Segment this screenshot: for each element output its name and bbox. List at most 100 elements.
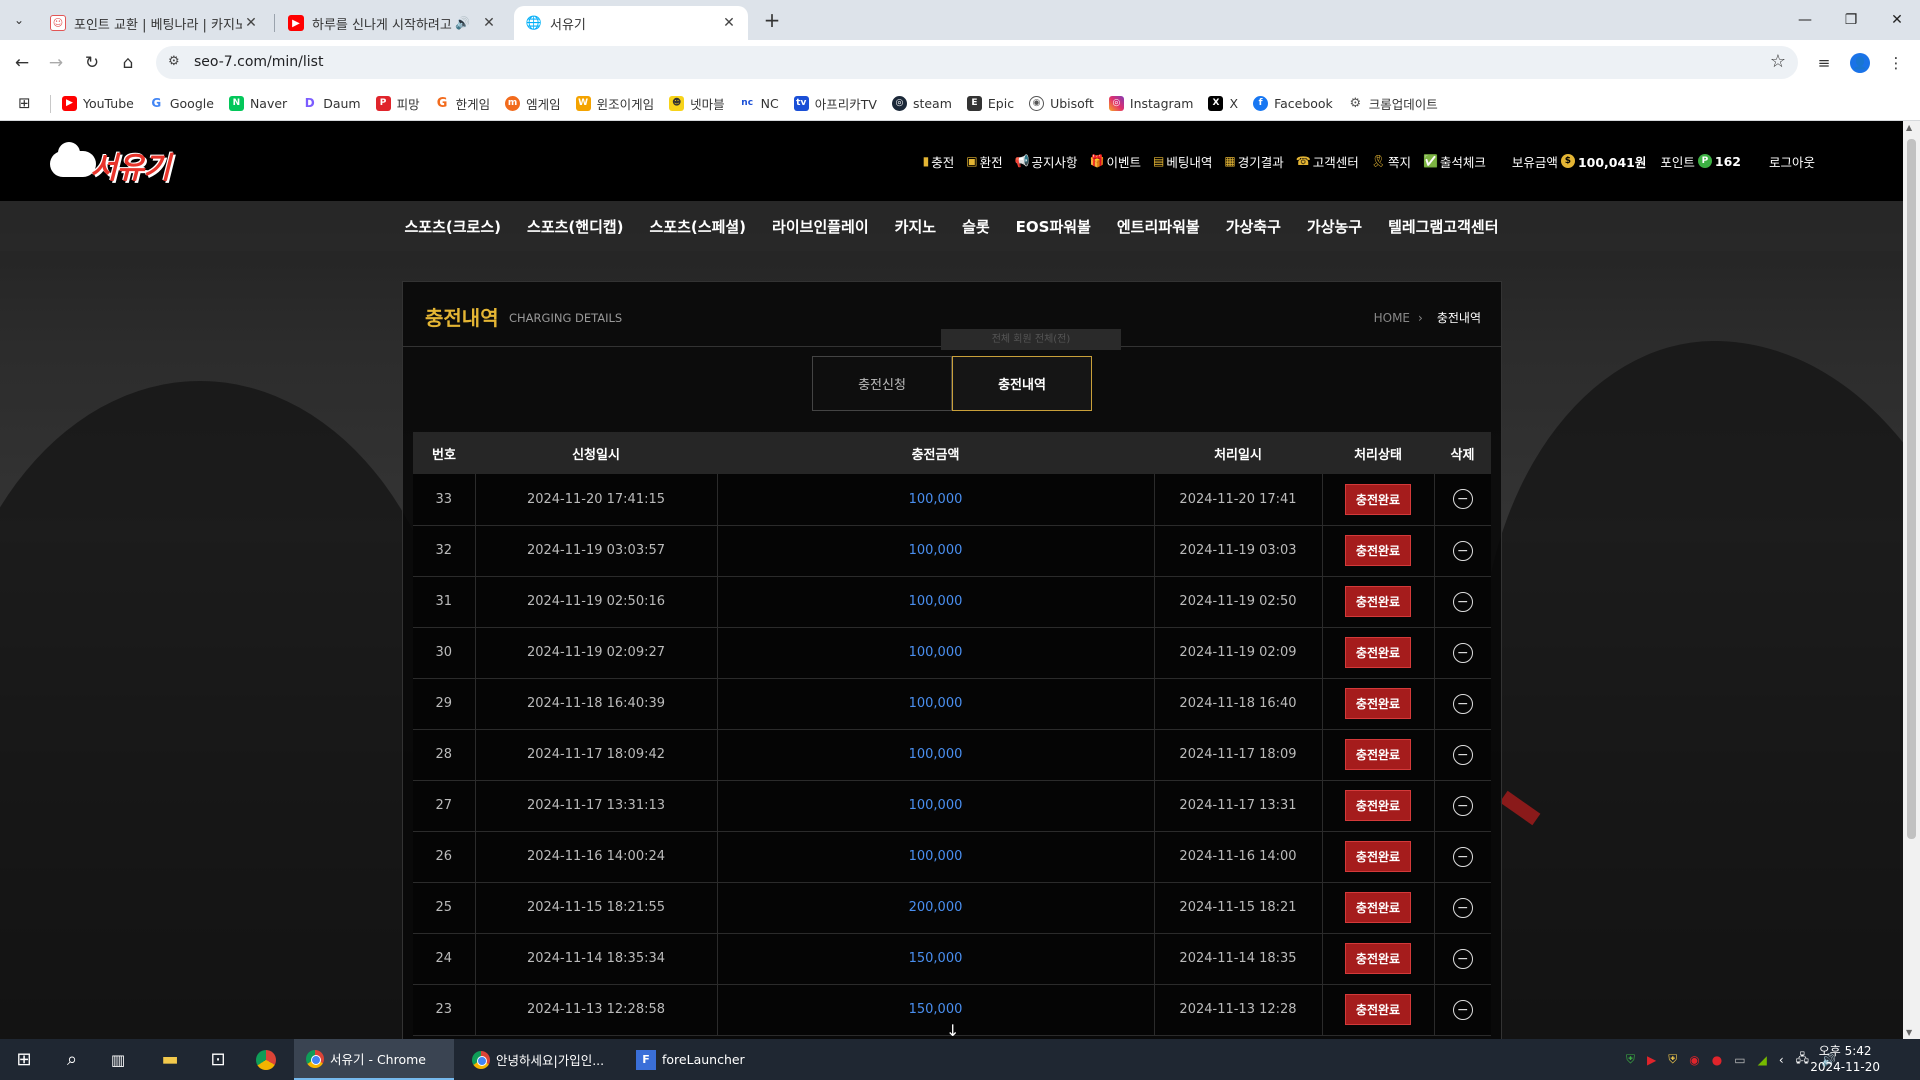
delete-minus-icon[interactable]: −: [1452, 540, 1473, 561]
delete-minus-icon[interactable]: −: [1452, 846, 1473, 867]
taskbar-clock[interactable]: 오후 5:42 2024-11-20: [1810, 1043, 1880, 1075]
network-icon[interactable]: 🖧: [1796, 1049, 1809, 1070]
site-logo[interactable]: 서유기: [50, 142, 190, 186]
mainnav-entry-powerball[interactable]: 엔트리파워볼: [1104, 216, 1213, 237]
topnav-attendance[interactable]: ✅ 출석체크: [1423, 152, 1486, 171]
mainnav-sports-special[interactable]: 스포츠(스페셜): [637, 216, 760, 237]
shield-icon[interactable]: ⛨: [1626, 1052, 1635, 1067]
browser-tab-3-active[interactable]: 🌐 서유기 ✕: [514, 6, 748, 40]
apps-grid-icon[interactable]: ⊞: [18, 94, 31, 112]
bookmark-netmarble[interactable]: ☻ 넷마블: [669, 94, 725, 113]
delete-minus-icon[interactable]: −: [1452, 795, 1473, 816]
forward-arrow-icon[interactable]: →: [42, 49, 70, 77]
mainnav-eos-powerball[interactable]: EOS파워볼: [1003, 216, 1104, 237]
page-scrollbar[interactable]: ▲ ▼: [1903, 121, 1920, 1039]
breadcrumb-home[interactable]: HOME: [1374, 311, 1410, 325]
mainnav-virtual-basketball[interactable]: 가상농구: [1294, 216, 1375, 237]
menu-kebab-icon[interactable]: ⋮: [1882, 49, 1910, 77]
delete-minus-icon[interactable]: −: [1452, 999, 1473, 1020]
delete-minus-icon[interactable]: −: [1452, 591, 1473, 612]
topnav-messages[interactable]: 🎗 쪽지: [1371, 152, 1411, 171]
taskbar-app-forelauncher[interactable]: F foreLauncher: [624, 1039, 772, 1080]
site-info-icon[interactable]: ⚙: [168, 54, 180, 69]
file-explorer-icon[interactable]: ▬: [150, 1039, 190, 1080]
bookmark-winjoy[interactable]: W 윈조이게임: [575, 94, 654, 113]
close-tab-icon[interactable]: ✕: [720, 15, 738, 31]
bookmark-youtube[interactable]: ▶ YouTube: [62, 95, 134, 111]
network-card-icon[interactable]: ▭: [1734, 1053, 1745, 1067]
speaker-icon[interactable]: 🔊: [455, 16, 470, 30]
scroll-down-arrow-icon[interactable]: ↓: [946, 1021, 959, 1039]
topnav-notice[interactable]: 📢 공지사항: [1015, 152, 1078, 171]
mainnav-casino[interactable]: 카지노: [882, 216, 949, 237]
red-app-icon[interactable]: ◉: [1689, 1053, 1699, 1067]
play-icon[interactable]: ▶: [1647, 1053, 1656, 1067]
taskbar-app-chrome-signup[interactable]: 안녕하세요|가입인...: [460, 1039, 620, 1080]
minimize-icon[interactable]: —: [1782, 0, 1828, 40]
delete-minus-icon[interactable]: −: [1452, 693, 1473, 714]
bookmark-hangame[interactable]: G 한게임: [434, 94, 490, 113]
topnav-results[interactable]: ▦ 경기결과: [1224, 152, 1283, 171]
browser-tab-1[interactable]: ☺ 포인트 교환 | 베팅나라 | 카지노 ✕: [38, 6, 270, 40]
address-bar[interactable]: ⚙ seo-7.com/min/list ☆: [156, 46, 1798, 79]
nvidia-icon[interactable]: ◢: [1758, 1053, 1767, 1067]
topnav-betting-history[interactable]: ▤ 베팅내역: [1153, 152, 1212, 171]
bookmark-star-icon[interactable]: ☆: [1770, 51, 1786, 72]
tab-charge-request[interactable]: 충전신청: [812, 356, 952, 411]
store-icon[interactable]: ⊡: [198, 1039, 238, 1080]
delete-minus-icon[interactable]: −: [1452, 489, 1473, 510]
topnav-charge[interactable]: ▮ 충전: [923, 152, 955, 171]
bookmark-nc[interactable]: nc NC: [739, 95, 779, 111]
browser-tab-2[interactable]: ▶ 하루를 신나게 시작하려고 🔊 ✕: [276, 6, 508, 40]
task-view-icon[interactable]: ▥: [98, 1039, 138, 1080]
close-tab-icon[interactable]: ✕: [480, 15, 498, 31]
tab-search-chevron-icon[interactable]: ⌄: [8, 9, 30, 31]
restore-icon[interactable]: ❐: [1828, 0, 1874, 40]
bookmark-ubisoft[interactable]: ◉ Ubisoft: [1029, 95, 1094, 111]
media-controls-icon[interactable]: ≡: [1810, 49, 1838, 77]
mainnav-slot[interactable]: 슬롯: [949, 216, 1003, 237]
home-icon[interactable]: ⌂: [114, 49, 142, 77]
chevron-up-icon[interactable]: ‹: [1779, 1053, 1784, 1067]
topnav-support[interactable]: ☎ 고객센터: [1296, 152, 1359, 171]
reload-icon[interactable]: ↻: [78, 49, 106, 77]
scroll-down-arrow-icon[interactable]: ▼: [1906, 1028, 1912, 1037]
topnav-event[interactable]: 🎁 이벤트: [1090, 152, 1141, 171]
record-icon[interactable]: ●: [1712, 1053, 1722, 1067]
bookmark-google[interactable]: G Google: [148, 95, 214, 111]
chrome-icon[interactable]: [246, 1039, 286, 1080]
logout-link[interactable]: 로그아웃: [1769, 152, 1815, 171]
mainnav-virtual-soccer[interactable]: 가상축구: [1213, 216, 1294, 237]
mainnav-sports-handicap[interactable]: 스포츠(핸디캡): [514, 216, 637, 237]
security-icon[interactable]: ⛨: [1668, 1052, 1677, 1067]
close-tab-icon[interactable]: ✕: [242, 15, 260, 31]
tab-charge-history[interactable]: 충전내역: [952, 356, 1092, 411]
bookmark-steam[interactable]: ◎ steam: [891, 95, 952, 111]
scroll-up-arrow-icon[interactable]: ▲: [1906, 123, 1912, 132]
bookmark-mgame[interactable]: m 엠게임: [505, 94, 561, 113]
mainnav-sports-cross[interactable]: 스포츠(크로스): [392, 216, 515, 237]
url-text[interactable]: seo-7.com/min/list: [194, 54, 323, 70]
delete-minus-icon[interactable]: −: [1452, 897, 1473, 918]
bookmark-chrome-update[interactable]: ⚙ 크롬업데이트: [1347, 94, 1438, 113]
delete-minus-icon[interactable]: −: [1452, 642, 1473, 663]
delete-minus-icon[interactable]: −: [1452, 948, 1473, 969]
delete-minus-icon[interactable]: −: [1452, 744, 1473, 765]
close-window-icon[interactable]: ✕: [1874, 0, 1920, 40]
scrollbar-thumb[interactable]: [1907, 139, 1916, 839]
bookmark-naver[interactable]: N Naver: [228, 95, 287, 111]
bookmark-afreecatv[interactable]: tv 아프리카TV: [793, 94, 877, 113]
bookmark-daum[interactable]: D Daum: [302, 95, 361, 111]
bookmark-instagram[interactable]: ◎ Instagram: [1108, 95, 1193, 111]
profile-avatar[interactable]: 👤: [1846, 49, 1874, 77]
new-tab-plus-icon[interactable]: +: [760, 9, 784, 33]
bookmark-facebook[interactable]: f Facebook: [1253, 95, 1333, 111]
mainnav-live-inplay[interactable]: 라이브인플레이: [759, 216, 882, 237]
taskbar-app-chrome-seoyugi[interactable]: 서유기 - Chrome: [294, 1039, 454, 1080]
back-arrow-icon[interactable]: ←: [8, 49, 36, 77]
bookmark-epic[interactable]: E Epic: [966, 95, 1014, 111]
bookmark-x[interactable]: XX: [1208, 95, 1238, 111]
windows-start-icon[interactable]: ⊞: [4, 1039, 44, 1080]
mainnav-telegram-support[interactable]: 텔레그램고객센터: [1375, 216, 1511, 237]
search-icon[interactable]: ⌕: [52, 1039, 92, 1080]
